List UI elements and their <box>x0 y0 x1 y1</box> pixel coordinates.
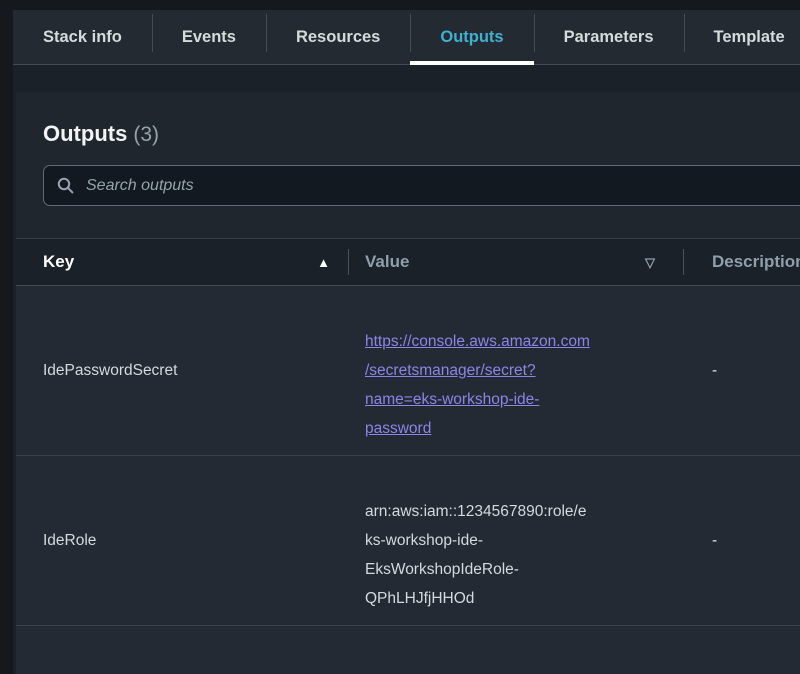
sort-descending-icon: ▽ <box>645 256 655 269</box>
tab-label: Resources <box>296 28 380 47</box>
output-key: IdePasswordSecret <box>16 286 348 456</box>
outputs-tab-content: Outputs (3) <box>13 65 800 674</box>
page-title: Outputs (3) <box>43 120 800 149</box>
output-value-link[interactable]: https://console.aws.amazon.com /secretsm… <box>365 333 590 437</box>
column-header-value[interactable]: Value ▽ <box>348 239 683 286</box>
search-box <box>43 165 800 206</box>
tab-parameters[interactable]: Parameters <box>534 10 684 64</box>
stack-detail-page: Stack info Events Resources Outputs Para… <box>13 10 800 674</box>
output-key: IdeUrl <box>16 626 348 674</box>
tab-label: Events <box>182 28 236 47</box>
output-value-cell: https://console.aws.amazon.com /secretsm… <box>348 286 683 456</box>
tab-label: Parameters <box>564 28 654 47</box>
outputs-panel: Outputs (3) <box>16 92 800 674</box>
output-description: - <box>683 626 800 674</box>
column-header-key[interactable]: Key ▲ <box>16 239 348 286</box>
stack-tabs: Stack info Events Resources Outputs Para… <box>13 10 800 65</box>
tab-label: Stack info <box>43 28 122 47</box>
output-description: - <box>683 286 800 456</box>
tab-label: Outputs <box>440 28 503 47</box>
table-row: IdePasswordSecret https://console.aws.am… <box>16 286 800 456</box>
panel-count-badge: (3) <box>133 123 159 146</box>
tab-resources[interactable]: Resources <box>266 10 410 64</box>
tab-label: Template <box>714 28 785 47</box>
tab-events[interactable]: Events <box>152 10 266 64</box>
column-label: Value <box>365 252 409 272</box>
table-header-row: Key ▲ Value ▽ Descr <box>16 239 800 286</box>
tab-template[interactable]: Template <box>684 10 800 64</box>
outputs-table: Key ▲ Value ▽ Descr <box>16 238 800 674</box>
search-input[interactable] <box>84 176 800 196</box>
table-row: IdeUrl https://d2cm17mep53jml.cloudf ron… <box>16 626 800 674</box>
output-description: - <box>683 456 800 626</box>
output-key: IdeRole <box>16 456 348 626</box>
column-label: Key <box>43 252 74 272</box>
table-row: IdeRole arn:aws:iam::1234567890:role/e k… <box>16 456 800 626</box>
output-value-text: arn:aws:iam::1234567890:role/e ks-worksh… <box>365 503 586 607</box>
search-icon <box>57 177 74 194</box>
column-header-description[interactable]: Description <box>683 239 800 286</box>
tab-outputs[interactable]: Outputs <box>410 10 533 64</box>
cloudformation-stack-screen: Stack info Events Resources Outputs Para… <box>0 0 800 674</box>
sort-ascending-icon: ▲ <box>317 256 330 269</box>
outputs-panel-header: Outputs (3) <box>16 92 800 206</box>
column-label: Description <box>712 252 800 271</box>
output-value-cell: https://d2cm17mep53jml.cloudf ront.net <box>348 626 683 674</box>
tab-stack-info[interactable]: Stack info <box>13 10 152 64</box>
output-value-cell: arn:aws:iam::1234567890:role/e ks-worksh… <box>348 456 683 626</box>
panel-title-text: Outputs <box>43 121 127 146</box>
